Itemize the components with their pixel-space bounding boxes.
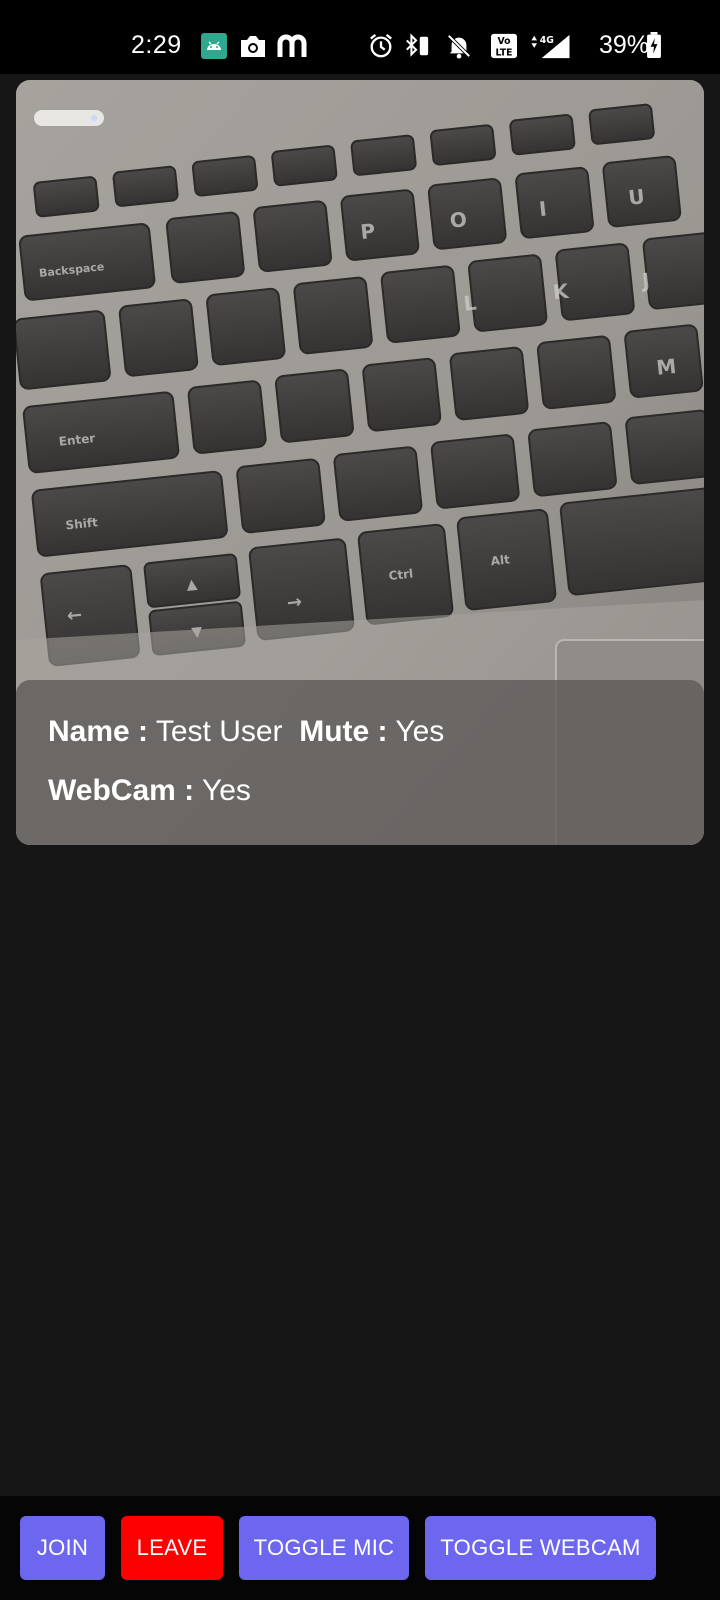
svg-text:→: →: [286, 591, 303, 613]
name-value: Test User: [155, 715, 283, 748]
svg-text:←: ←: [66, 604, 83, 626]
toggle-mic-button[interactable]: TOGGLE MIC: [239, 1516, 409, 1580]
status-time: 2:29: [131, 31, 182, 59]
status-bar: 2:29 Vo LTE 4G 39%: [0, 0, 720, 74]
mute-value: Yes: [395, 715, 445, 748]
svg-text:O: O: [449, 207, 468, 233]
volte-icon: Vo LTE: [491, 33, 517, 58]
svg-text:Vo: Vo: [497, 36, 510, 47]
svg-text:U: U: [627, 184, 646, 210]
svg-text:P: P: [359, 219, 376, 244]
svg-text:M: M: [655, 354, 677, 380]
bluetooth-icon: [406, 33, 429, 57]
signal-4g-icon: 4G: [531, 34, 570, 59]
webcam-value: Yes: [201, 774, 251, 807]
camera-icon: [241, 36, 265, 57]
info-line-webcam: WebCam : Yes: [48, 773, 251, 809]
svg-text:▲: ▲: [186, 576, 199, 593]
android-icon: [201, 33, 227, 59]
alarm-icon: [370, 33, 392, 58]
battery-charging-icon: [647, 32, 661, 58]
participant-info-overlay: Name : Test User Mute : Yes WebCam : Yes: [16, 680, 704, 845]
join-button[interactable]: JOIN: [20, 1516, 105, 1580]
name-label: Name :: [48, 715, 149, 748]
meeting-controls-bar: JOIN LEAVE TOGGLE MIC TOGGLE WEBCAM: [0, 1496, 720, 1600]
participant-video-tile: P O I U L K J M Enter Shift Backspace Ct…: [16, 80, 704, 845]
svg-text:Alt: Alt: [490, 552, 511, 568]
svg-text:4G: 4G: [540, 35, 554, 46]
mute-label: Mute :: [299, 715, 388, 748]
info-line-name-mute: Name : Test User Mute : Yes: [48, 714, 444, 750]
toggle-webcam-button[interactable]: TOGGLE WEBCAM: [425, 1516, 656, 1580]
silent-icon: [447, 34, 471, 59]
m-app-icon: [277, 34, 307, 57]
svg-text:Ctrl: Ctrl: [388, 567, 414, 583]
svg-text:LTE: LTE: [495, 47, 512, 58]
leave-button[interactable]: LEAVE: [121, 1516, 223, 1580]
battery-percent: 39%: [599, 31, 650, 59]
webcam-label: WebCam :: [48, 774, 195, 807]
